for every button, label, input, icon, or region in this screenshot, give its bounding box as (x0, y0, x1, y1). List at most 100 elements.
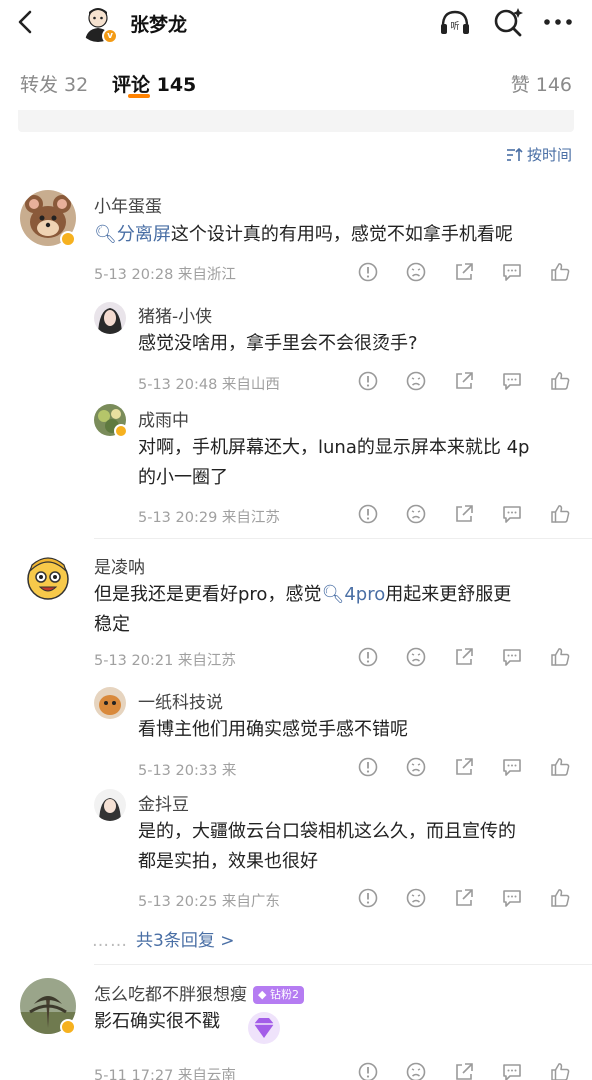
comment-actions (344, 645, 584, 669)
share-button[interactable] (440, 886, 488, 910)
reply-username[interactable]: 金抖豆 (138, 790, 189, 815)
like-button[interactable] (536, 886, 584, 910)
reply-username[interactable]: 成雨中 (138, 406, 189, 431)
like-button[interactable] (536, 260, 584, 284)
reply-button[interactable] (488, 1060, 536, 1080)
reply-button[interactable] (488, 502, 536, 526)
comment-actions (344, 260, 584, 284)
dislike-icon (406, 757, 426, 777)
like-icon (551, 505, 570, 523)
share-button[interactable] (440, 502, 488, 526)
share-icon (456, 648, 473, 665)
diamond-fan-icon (248, 1012, 280, 1044)
reply-icon (503, 1064, 521, 1080)
share-icon (456, 758, 473, 775)
reply-button[interactable] (488, 645, 536, 669)
reply-icon (503, 759, 521, 776)
reply-meta: 5-13 20:25 来自广东 (138, 894, 280, 910)
report-button[interactable] (344, 755, 392, 779)
search-icon[interactable] (490, 4, 526, 40)
report-button[interactable] (344, 502, 392, 526)
svg-text:听: 听 (450, 21, 459, 32)
dislike-icon (406, 888, 426, 908)
more-icon[interactable] (540, 4, 576, 40)
dislike-button[interactable] (392, 755, 440, 779)
share-icon (456, 372, 473, 389)
verified-badge: v (102, 28, 118, 44)
topic-link[interactable]: 🔍︎4pro (321, 584, 385, 605)
share-button[interactable] (440, 645, 488, 669)
report-button[interactable] (344, 1060, 392, 1080)
top-bar: v 张梦龙 听 (0, 0, 592, 50)
report-icon (358, 888, 378, 908)
report-button[interactable] (344, 369, 392, 393)
avatar[interactable] (20, 551, 76, 607)
more-replies-link[interactable]: …… 共3条回复 > (92, 926, 234, 951)
like-button[interactable] (536, 645, 584, 669)
like-button[interactable] (536, 369, 584, 393)
report-icon (358, 757, 378, 777)
dislike-button[interactable] (392, 1060, 440, 1080)
comment-username-label[interactable]: 怎么吃都不胖狠想瘦 (94, 985, 247, 1005)
report-button[interactable] (344, 645, 392, 669)
dislike-button[interactable] (392, 369, 440, 393)
like-icon (551, 648, 570, 666)
report-icon (358, 1062, 378, 1080)
report-button[interactable] (344, 886, 392, 910)
verified-badge (114, 424, 128, 438)
reply-meta: 5-13 20:29 来自江苏 (138, 510, 280, 526)
avatar[interactable] (94, 687, 126, 719)
like-button[interactable] (536, 502, 584, 526)
reply-button[interactable] (488, 260, 536, 284)
post-preview-strip (18, 110, 574, 132)
like-button[interactable] (536, 1060, 584, 1080)
share-button[interactable] (440, 260, 488, 284)
share-icon (456, 889, 473, 906)
share-icon (456, 263, 473, 280)
tab-bar: 转发 32 评论 145 赞 146 (0, 56, 592, 106)
dislike-button[interactable] (392, 886, 440, 910)
sort-label: 按时间 (526, 146, 572, 164)
avatar[interactable] (94, 302, 126, 334)
comment-username[interactable]: 是凌呐 (94, 553, 145, 578)
reply-username[interactable]: 一纸科技说 (138, 688, 223, 713)
comment-actions (344, 502, 584, 526)
share-button[interactable] (440, 369, 488, 393)
sort-icon (506, 147, 523, 161)
like-icon (551, 1063, 570, 1080)
reply-username[interactable]: 猪猪-小侠 (138, 302, 212, 327)
dislike-icon (406, 1062, 426, 1080)
comment-actions (344, 369, 584, 393)
dislike-icon (406, 504, 426, 524)
tab-likes[interactable]: 赞 146 (511, 70, 572, 97)
reply-button[interactable] (488, 755, 536, 779)
comment-username[interactable]: 小年蛋蛋 (94, 192, 162, 217)
back-icon[interactable] (12, 8, 40, 36)
tab-repost[interactable]: 转发 32 (20, 70, 88, 97)
reply-button[interactable] (488, 369, 536, 393)
listen-icon[interactable]: 听 (437, 4, 473, 40)
dislike-button[interactable] (392, 260, 440, 284)
dislike-icon (406, 371, 426, 391)
reply-button[interactable] (488, 886, 536, 910)
like-button[interactable] (536, 755, 584, 779)
comment-text: 但是我还是更看好pro，感觉🔍︎4pro用起来更舒服更 稳定 (94, 584, 512, 635)
report-button[interactable] (344, 260, 392, 284)
diamond-icon: ◆ (258, 988, 267, 1001)
reply-text: 是的，大疆做云台口袋相机这么久，而且宣传的 都是实拍，效果也很好 (138, 821, 516, 872)
sort-toggle[interactable]: 按时间 (505, 144, 572, 165)
topic-search-icon: 🔍︎ (94, 224, 117, 245)
share-button[interactable] (440, 755, 488, 779)
dislike-button[interactable] (392, 645, 440, 669)
avatar[interactable] (94, 789, 126, 821)
dislike-button[interactable] (392, 502, 440, 526)
tab-comments[interactable]: 评论 145 (112, 70, 196, 97)
verified-badge (60, 1019, 76, 1035)
reply-icon (503, 506, 521, 523)
share-button[interactable] (440, 1060, 488, 1080)
author-name[interactable]: 张梦龙 (130, 10, 187, 37)
verified-badge (60, 231, 76, 247)
topic-link[interactable]: 🔍︎分离屏 (94, 224, 171, 245)
dislike-icon (406, 647, 426, 667)
like-icon (551, 263, 570, 281)
